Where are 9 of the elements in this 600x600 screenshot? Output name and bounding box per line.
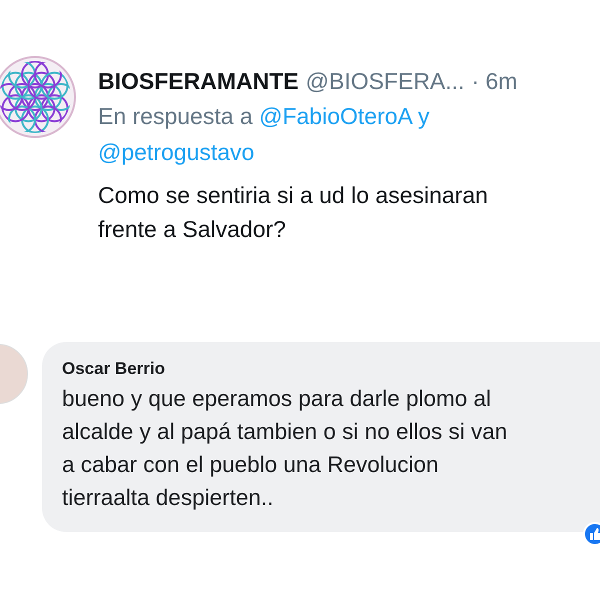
reaction-icon[interactable] xyxy=(583,522,600,546)
display-name[interactable]: BIOSFERAMANTE xyxy=(98,64,299,98)
comment-author[interactable]: Oscar Berrio xyxy=(62,356,600,382)
tweet-text: Como se sentiria si a ud lo asesinaran frente a Salvador? xyxy=(98,181,489,244)
flower-pattern-avatar[interactable] xyxy=(0,56,76,138)
reply-context: En respuesta a @FabioOteroA y @petrogustavo xyxy=(98,102,430,167)
user-handle: @BIOSFERA... xyxy=(306,67,464,96)
post-time: · 6m xyxy=(471,67,518,96)
comment-text: bueno y que eperamos para darle plomo al alcalde y al papá tambien o si no ellos si van a cabar con el pueblo una Revolucion tierraalta despierten.. xyxy=(62,385,508,512)
